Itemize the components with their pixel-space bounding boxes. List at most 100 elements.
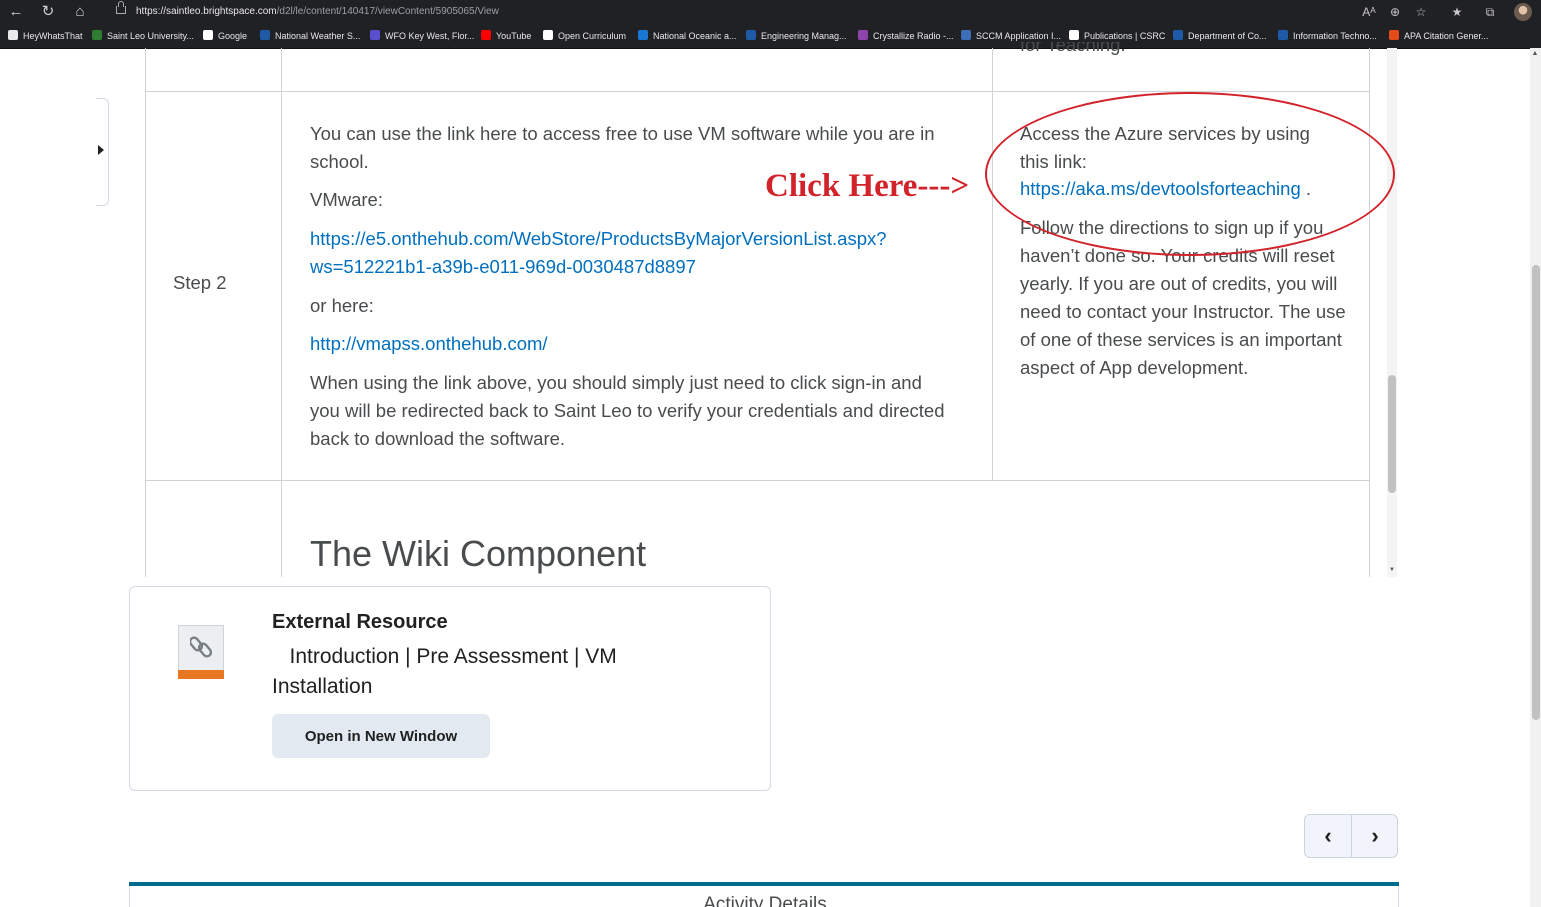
wiki-heading-clip: The Wiki Component <box>300 520 1360 577</box>
bookmark-item[interactable]: APA Citation Gener... <box>1389 29 1488 43</box>
bookmark-item[interactable]: National Oceanic a... <box>638 29 737 43</box>
circle-annotation <box>985 92 1395 256</box>
content-frame-scroll-thumb[interactable] <box>1388 375 1396 493</box>
chevron-right-icon: › <box>1371 823 1379 848</box>
bookmark-favicon-icon <box>260 30 270 40</box>
bookmark-label: Crystallize Radio -... <box>873 31 954 41</box>
bookmark-item[interactable]: Publications | CSRC <box>1069 29 1165 43</box>
vmware-label: VMware: <box>310 189 383 210</box>
bookmark-label: National Oceanic a... <box>653 31 737 41</box>
bookmark-favicon-icon <box>8 30 18 40</box>
previous-topic-button[interactable]: ‹ <box>1305 815 1351 857</box>
external-resource-card: External Resource Introduction | Pre Ass… <box>129 586 771 791</box>
bookmark-label: Saint Leo University... <box>107 31 194 41</box>
bookmark-favicon-icon <box>1278 30 1288 40</box>
content-frame-scrollbar[interactable] <box>1387 48 1397 577</box>
open-in-new-window-button[interactable]: Open in New Window <box>272 714 490 758</box>
resource-subtitle: Introduction | Pre Assessment | VM Insta… <box>272 642 672 702</box>
table-border-left <box>145 48 146 577</box>
vmware-link-line2[interactable]: ws=512221b1-a39b-e011-969d-0030487d8897 <box>310 253 887 281</box>
activity-details-panel: Activity Details <box>129 886 1399 907</box>
chain-link-icon <box>190 636 212 658</box>
previous-row-text: for Teaching. <box>1020 42 1126 55</box>
bookmark-favicon-icon <box>481 30 491 40</box>
bookmark-favicon-icon <box>92 30 102 40</box>
bookmark-item[interactable]: Saint Leo University... <box>92 29 194 43</box>
bookmark-label: HeyWhatsThat <box>23 31 83 41</box>
next-topic-button[interactable]: › <box>1352 815 1398 857</box>
reload-icon[interactable]: ↻ <box>38 2 58 22</box>
page-scroll-thumb[interactable] <box>1532 265 1540 720</box>
instructions-text: When using the link above, you should si… <box>310 372 945 449</box>
home-icon[interactable]: ⌂ <box>70 2 90 22</box>
link-file-icon-bar <box>178 670 224 679</box>
read-aloud-icon[interactable]: Aᴬ <box>1360 3 1378 21</box>
bookmark-favicon-icon <box>961 30 971 40</box>
bookmark-item[interactable]: Information Techno... <box>1278 29 1377 43</box>
table-column-divider <box>281 48 282 577</box>
click-here-annotation: Click Here---> <box>765 168 970 204</box>
address-bar[interactable]: https://saintleo.brightspace.com/d2l/le/… <box>106 1 1446 21</box>
chevron-left-icon: ‹ <box>1324 823 1332 848</box>
back-icon[interactable]: ← <box>6 2 26 22</box>
vmware-link-line1[interactable]: https://e5.onthehub.com/WebStore/Product… <box>310 225 887 253</box>
bookmark-favicon-icon <box>1173 30 1183 40</box>
resource-subtitle-text: Introduction | Pre Assessment | VM Insta… <box>272 645 617 698</box>
wiki-component-heading: The Wiki Component <box>310 533 647 574</box>
table-column-divider <box>992 48 993 481</box>
bookmark-item[interactable]: WFO Key West, Flor... <box>370 29 474 43</box>
bookmark-favicon-icon <box>370 30 380 40</box>
collections-icon[interactable]: ⧉ <box>1481 3 1499 21</box>
activity-details-title: Activity Details <box>703 894 827 907</box>
step-label: Step 2 <box>173 272 227 293</box>
bookmark-item[interactable]: National Weather S... <box>260 29 360 43</box>
previous-row-text-clip: for Teaching. <box>1020 42 1360 60</box>
vmware-link[interactable]: https://e5.onthehub.com/WebStore/Product… <box>310 225 887 281</box>
or-here-label: or here: <box>310 295 374 316</box>
zoom-icon[interactable]: ⊕ <box>1386 3 1404 21</box>
bookmark-favicon-icon <box>858 30 868 40</box>
bookmark-favicon-icon <box>746 30 756 40</box>
bookmark-item[interactable]: HeyWhatsThat <box>8 29 83 43</box>
scroll-down-icon[interactable]: ▼ <box>1389 567 1395 573</box>
bookmark-label: SCCM Application I... <box>976 31 1062 41</box>
vmapss-link[interactable]: http://vmapss.onthehub.com/ <box>310 330 548 358</box>
bookmark-label: Information Techno... <box>1293 31 1377 41</box>
topic-pager: ‹ › <box>1304 814 1398 858</box>
scroll-up-icon[interactable]: ▲ <box>1531 50 1539 58</box>
bookmark-item[interactable]: Crystallize Radio -... <box>858 29 954 43</box>
table-border-right <box>1369 481 1370 577</box>
bookmark-label: National Weather S... <box>275 31 361 41</box>
resource-title: External Resource <box>272 611 448 633</box>
bookmark-favicon-icon <box>1069 30 1079 40</box>
url-host: https://saintleo.brightspace.com <box>136 6 277 17</box>
bookmark-favicon-icon <box>638 30 648 40</box>
table-border-right <box>1369 48 1370 481</box>
bookmark-label: Publications | CSRC <box>1084 31 1166 41</box>
bookmark-favicon-icon <box>1389 30 1399 40</box>
bookmark-item[interactable]: SCCM Application I... <box>961 29 1061 43</box>
bookmark-label: Department of Co... <box>1188 31 1267 41</box>
favorites-icon[interactable]: ★ <box>1448 3 1466 21</box>
bookmark-label: APA Citation Gener... <box>1404 31 1489 41</box>
table-row-divider <box>145 480 1370 481</box>
bookmark-favicon-icon <box>203 30 213 40</box>
bookmark-label: YouTube <box>496 31 532 41</box>
bookmark-label: Open Curriculum <box>558 31 627 41</box>
bookmark-item[interactable]: YouTube <box>481 29 531 43</box>
browser-toolbar: ← ↻ ⌂ https://saintleo.brightspace.com/d… <box>0 0 1541 24</box>
add-favorite-icon[interactable]: ☆ <box>1412 3 1430 21</box>
bookmark-item[interactable]: Open Curriculum <box>543 29 626 43</box>
bookmark-item[interactable]: Department of Co... <box>1173 29 1267 43</box>
bookmark-label: WFO Key West, Flor... <box>385 31 475 41</box>
content-nav-toggle[interactable] <box>96 98 109 206</box>
bookmark-label: Engineering Manag... <box>761 31 847 41</box>
url-path: /d2l/le/content/140417/viewContent/59050… <box>276 6 499 17</box>
bookmark-favicon-icon <box>543 30 553 40</box>
bookmark-item[interactable]: Google <box>203 29 247 43</box>
profile-avatar[interactable] <box>1514 3 1532 21</box>
lock-icon <box>116 1 126 14</box>
expand-arrow-icon <box>98 145 104 155</box>
bookmark-item[interactable]: Engineering Manag... <box>746 29 847 43</box>
bookmark-label: Google <box>218 31 248 41</box>
